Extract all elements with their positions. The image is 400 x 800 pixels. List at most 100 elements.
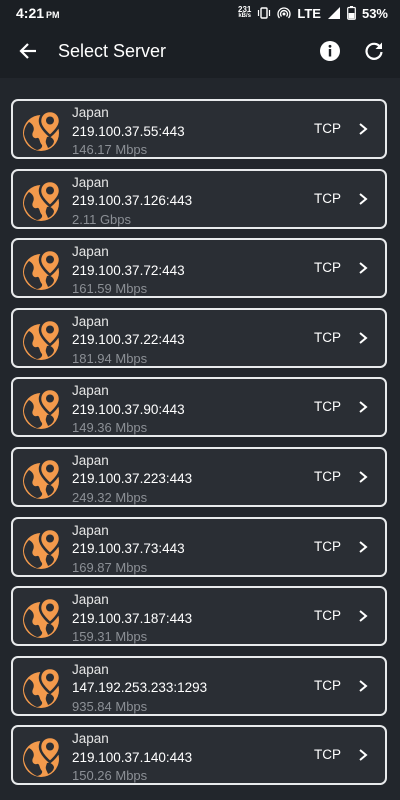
server-item[interactable]: Japan 219.100.37.73:443 169.87 Mbps TCP xyxy=(11,516,387,578)
chevron-right-icon xyxy=(359,471,368,483)
chevron-right-icon xyxy=(359,262,368,274)
server-item[interactable]: Japan 219.100.37.187:443 159.31 Mbps TCP xyxy=(11,586,387,647)
server-country: Japan xyxy=(72,313,109,329)
server-item[interactable]: Japan 219.100.37.223:443 249.32 Mbps TCP xyxy=(11,446,387,508)
hotspot-icon xyxy=(277,7,292,19)
server-item[interactable]: Japan 219.100.37.126:443 2.11 Gbps TCP xyxy=(11,168,387,230)
server-info: Japan 147.192.253.233:1293 935.84 Mbps xyxy=(72,661,207,717)
globe-location-icon xyxy=(23,457,62,499)
net-speed-value: 231 xyxy=(238,5,252,14)
refresh-icon xyxy=(365,42,383,60)
server-country: Japan xyxy=(72,174,109,190)
server-item[interactable]: Japan 147.192.253.233:1293 935.84 Mbps T… xyxy=(11,655,387,717)
server-protocol: TCP xyxy=(314,608,341,624)
server-address: 219.100.37.126:443 xyxy=(72,193,193,209)
status-bar: 4:21 PM 231 kB/s LTE 53% xyxy=(0,0,400,26)
vibrate-icon xyxy=(258,7,271,19)
server-item[interactable]: Japan 219.100.37.22:443 181.94 Mbps TCP xyxy=(11,307,387,369)
server-protocol: TCP xyxy=(314,329,341,345)
server-speed: 169.87 Mbps xyxy=(72,559,148,575)
server-list-container: Japan 219.100.37.55:443 146.17 Mbps TCP … xyxy=(0,78,400,800)
server-protocol: TCP xyxy=(314,260,341,276)
globe-location-icon xyxy=(23,596,62,639)
server-item[interactable]: Japan 219.100.37.140:443 150.26 Mbps TCP xyxy=(11,725,387,786)
server-address: 219.100.37.22:443 xyxy=(72,332,185,348)
globe-location-icon xyxy=(23,527,62,569)
server-protocol: TCP xyxy=(314,468,341,484)
server-address: 219.100.37.187:443 xyxy=(72,610,193,626)
battery-icon xyxy=(347,6,356,20)
chevron-right-icon xyxy=(359,679,368,692)
status-clock: 4:21 PM xyxy=(16,5,60,21)
network-type: LTE xyxy=(297,5,321,21)
server-country: Japan xyxy=(72,592,109,608)
page-title: Select Server xyxy=(58,40,167,61)
status-ampm: PM xyxy=(46,10,60,20)
chevron-right-icon xyxy=(359,749,368,762)
server-item[interactable]: Japan 219.100.37.72:443 161.59 Mbps TCP xyxy=(11,238,387,299)
server-item[interactable]: Japan 219.100.37.90:443 149.36 Mbps TCP xyxy=(11,377,387,438)
chevron-right-icon xyxy=(359,540,368,553)
server-address: 219.100.37.223:443 xyxy=(72,471,193,487)
app-bar-actions xyxy=(318,39,386,63)
server-address: 219.100.37.90:443 xyxy=(72,401,185,417)
server-speed: 935.84 Mbps xyxy=(72,698,148,714)
server-country: Japan xyxy=(72,661,109,677)
back-button[interactable] xyxy=(16,39,40,63)
server-speed: 249.32 Mbps xyxy=(72,489,148,505)
chevron-right-icon xyxy=(359,192,368,205)
server-address: 219.100.37.72:443 xyxy=(72,262,185,278)
chevron-right-icon xyxy=(359,123,368,135)
arrow-back-icon xyxy=(19,43,36,59)
server-speed: 146.17 Mbps xyxy=(72,142,148,157)
status-indicators: 231 kB/s LTE 53% xyxy=(238,6,388,21)
info-icon xyxy=(320,41,340,61)
info-button[interactable] xyxy=(318,39,342,63)
globe-location-icon xyxy=(23,736,62,778)
server-protocol: TCP xyxy=(314,121,341,136)
server-speed: 149.36 Mbps xyxy=(72,420,148,436)
globe-location-icon xyxy=(23,318,62,360)
server-protocol: TCP xyxy=(314,747,341,763)
server-country: Japan xyxy=(72,522,109,538)
server-info: Japan 219.100.37.187:443 159.31 Mbps xyxy=(72,591,192,647)
chevron-right-icon xyxy=(359,332,368,344)
server-protocol: TCP xyxy=(314,190,341,206)
globe-location-icon xyxy=(23,666,62,708)
server-speed: 2.11 Gbps xyxy=(72,211,132,227)
net-speed-unit: kB/s xyxy=(238,13,252,19)
net-speed-indicator: 231 kB/s xyxy=(238,6,251,20)
server-speed: 159.31 Mbps xyxy=(72,629,148,645)
chevron-right-icon xyxy=(359,610,368,622)
server-item[interactable]: Japan 219.100.37.55:443 146.17 Mbps TCP xyxy=(11,99,387,159)
globe-location-icon xyxy=(23,179,62,221)
server-info: Japan 219.100.37.72:443 161.59 Mbps xyxy=(72,243,185,299)
globe-location-icon xyxy=(23,248,62,291)
server-speed: 150.26 Mbps xyxy=(72,768,148,784)
server-list: Japan 219.100.37.55:443 146.17 Mbps TCP … xyxy=(11,99,387,795)
server-speed: 181.94 Mbps xyxy=(72,350,148,366)
server-info: Japan 219.100.37.90:443 149.36 Mbps xyxy=(72,382,185,438)
server-address: 219.100.37.140:443 xyxy=(72,749,193,765)
globe-location-icon xyxy=(23,388,62,430)
signal-icon xyxy=(327,7,340,19)
server-country: Japan xyxy=(72,105,109,120)
server-info: Japan 219.100.37.73:443 169.87 Mbps xyxy=(72,522,185,578)
server-country: Japan xyxy=(72,244,109,260)
server-info: Japan 219.100.37.22:443 181.94 Mbps xyxy=(72,313,185,369)
server-address: 219.100.37.73:443 xyxy=(72,541,185,557)
server-protocol: TCP xyxy=(314,538,341,554)
server-country: Japan xyxy=(72,452,109,468)
server-country: Japan xyxy=(72,383,109,399)
chevron-right-icon xyxy=(359,401,368,414)
globe-location-icon xyxy=(23,109,62,151)
server-speed: 161.59 Mbps xyxy=(72,281,148,297)
server-protocol: TCP xyxy=(314,399,341,415)
server-address: 219.100.37.55:443 xyxy=(72,123,185,139)
server-info: Japan 219.100.37.223:443 249.32 Mbps xyxy=(72,452,192,508)
server-info: Japan 219.100.37.126:443 2.11 Gbps xyxy=(72,174,192,230)
server-info: Japan 219.100.37.55:443 146.17 Mbps xyxy=(72,104,185,160)
app-bar: Select Server xyxy=(0,26,400,76)
server-info: Japan 219.100.37.140:443 150.26 Mbps xyxy=(72,730,192,786)
refresh-button[interactable] xyxy=(362,39,386,63)
